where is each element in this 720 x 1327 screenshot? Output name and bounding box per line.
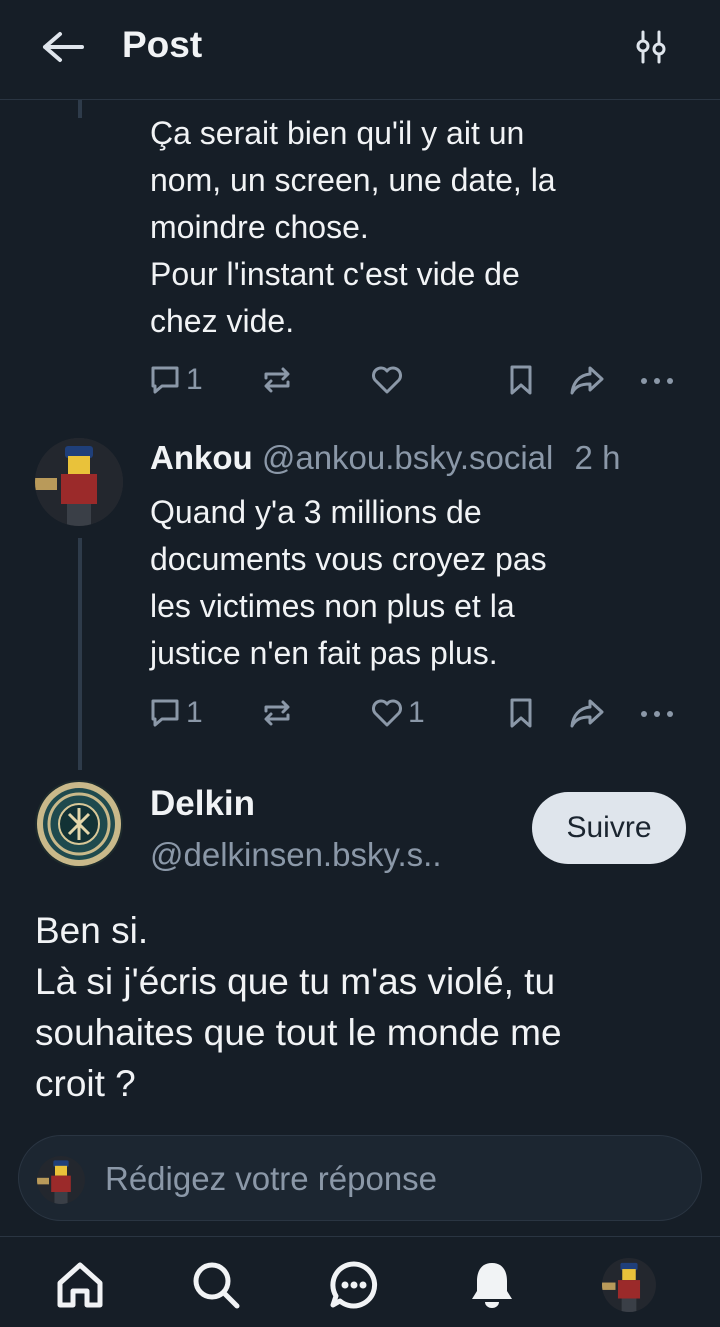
author-name[interactable]: Delkin <box>150 784 255 823</box>
post-text-line: nom, un screen, une date, la <box>150 162 556 198</box>
repost-button[interactable] <box>260 693 294 733</box>
avatar <box>37 1156 85 1204</box>
thread-line <box>78 100 82 118</box>
repost-icon <box>264 700 290 726</box>
post-text-line: les victimes non plus et la <box>150 588 515 624</box>
chat-icon <box>330 1261 378 1309</box>
top-bar: Post <box>0 0 720 100</box>
like-button[interactable]: 1 <box>370 693 425 733</box>
bookmark-icon <box>510 365 532 395</box>
bookmark-icon <box>510 698 532 728</box>
lego-figure-avatar <box>602 1258 656 1312</box>
share-icon <box>570 699 604 728</box>
author-handle[interactable]: @delkinsen.bsky.s.. <box>150 836 442 873</box>
post-text-line: justice n'en fait pas plus. <box>150 635 498 671</box>
heart-icon <box>372 699 402 727</box>
post-text-line: Quand y'a 3 millions de <box>150 494 482 530</box>
reply-button[interactable]: 1 <box>148 693 203 733</box>
celtic-knot-avatar <box>35 780 123 868</box>
more-button[interactable] <box>638 693 678 733</box>
share-button[interactable] <box>568 693 606 733</box>
follow-button[interactable]: Suivre <box>532 792 686 864</box>
post-text: Ça serait bien qu'il y ait un nom, un sc… <box>150 110 556 345</box>
lego-figure-avatar <box>37 1156 85 1204</box>
more-icon <box>641 378 673 384</box>
reply-count: 1 <box>186 363 203 396</box>
nav-chat[interactable] <box>326 1257 382 1313</box>
comment-icon <box>151 699 179 727</box>
post-text-line: croit ? <box>35 1063 136 1104</box>
bottom-navigation <box>0 1236 720 1327</box>
avatar[interactable] <box>35 438 123 526</box>
author-name[interactable]: Ankou <box>150 439 253 476</box>
nav-notifications[interactable] <box>464 1257 520 1313</box>
avatar <box>602 1258 656 1312</box>
post-author-line: Ankou @ankou.bsky.social 2 h <box>150 439 620 477</box>
post-text-line: Pour l'instant c'est vide de <box>150 256 520 292</box>
post-actions: 1 1 <box>148 693 688 733</box>
page-title: Post <box>122 24 203 65</box>
author-handle[interactable]: @ankou.bsky.social <box>262 439 554 476</box>
repost-icon <box>264 367 290 393</box>
bookmark-button[interactable] <box>504 360 538 400</box>
bell-icon <box>472 1263 512 1308</box>
post-text-line: Ça serait bien qu'il y ait un <box>150 115 525 151</box>
main-post-text: Ben si. Là si j'écris que tu m'as violé,… <box>35 905 562 1109</box>
back-arrow-icon[interactable] <box>40 30 84 64</box>
reply-button[interactable]: 1 <box>148 360 203 400</box>
post-text-line: Là si j'écris que tu m'as violé, tu <box>35 961 556 1002</box>
repost-button[interactable] <box>260 360 294 400</box>
post-time: 2 h <box>574 439 621 476</box>
like-button[interactable] <box>370 360 404 400</box>
heart-icon <box>372 366 402 394</box>
thread-line <box>78 538 82 770</box>
share-button[interactable] <box>568 360 606 400</box>
bookmark-button[interactable] <box>504 693 538 733</box>
comment-icon <box>151 366 179 394</box>
lego-figure-avatar <box>35 438 123 526</box>
more-icon <box>641 711 673 717</box>
reply-count: 1 <box>186 696 203 729</box>
search-icon <box>193 1262 240 1309</box>
main-author-name-line: Delkin <box>150 784 255 824</box>
reply-composer[interactable]: Rédigez votre réponse <box>18 1135 702 1221</box>
post-text-line: documents vous croyez pas <box>150 541 547 577</box>
post-text: Quand y'a 3 millions de documents vous c… <box>150 489 547 677</box>
home-icon <box>57 1262 103 1308</box>
reply-placeholder[interactable]: Rédigez votre réponse <box>105 1160 437 1198</box>
nav-profile[interactable] <box>601 1257 657 1313</box>
post-text-line: souhaites que tout le monde me <box>35 1012 562 1053</box>
post-text-line: Ben si. <box>35 910 149 951</box>
post-text-line: moindre chose. <box>150 209 369 245</box>
nav-search[interactable] <box>188 1257 244 1313</box>
main-author-handle-line: @delkinsen.bsky.s.. <box>150 836 442 874</box>
nav-home[interactable] <box>52 1257 108 1313</box>
sliders-icon[interactable] <box>632 28 670 66</box>
avatar[interactable] <box>35 780 123 868</box>
share-icon <box>570 366 604 395</box>
post-text-line: chez vide. <box>150 303 295 339</box>
more-button[interactable] <box>638 360 678 400</box>
post-actions: 1 <box>148 360 688 400</box>
like-count: 1 <box>408 696 425 729</box>
